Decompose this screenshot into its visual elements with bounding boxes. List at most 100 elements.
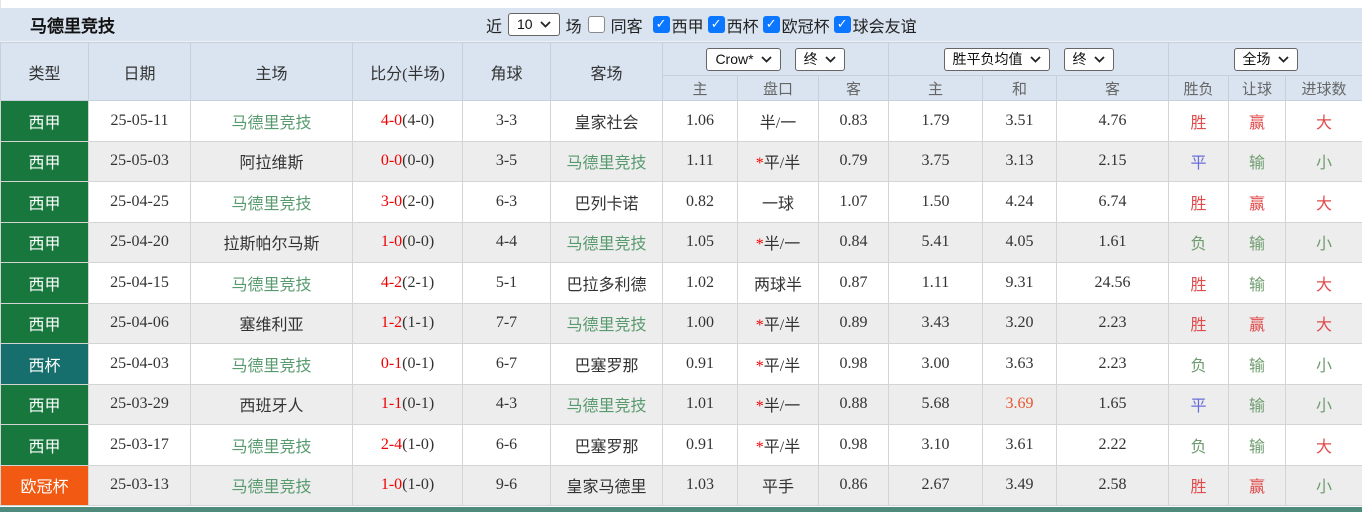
odds-away: 0.87 xyxy=(818,262,889,304)
handicap-line: 半/一 xyxy=(737,100,819,142)
corners: 7-7 xyxy=(462,302,551,344)
away-team[interactable]: 马德里竞技 xyxy=(550,221,663,263)
home-team[interactable]: 西班牙人 xyxy=(190,383,353,425)
avg-home-odds: 3.00 xyxy=(888,343,983,385)
away-team[interactable]: 马德里竞技 xyxy=(550,140,663,182)
odds-home: 1.02 xyxy=(662,262,738,304)
avg-draw-odds: 3.49 xyxy=(982,464,1057,506)
avg-draw-odds: 4.05 xyxy=(982,221,1057,263)
corners: 6-6 xyxy=(462,424,551,466)
table-row: 西甲 25-04-15 马德里竞技 4-2(2-1) 5-1 巴拉多利德 1.0… xyxy=(0,262,1362,304)
scope-select[interactable]: 全场 xyxy=(1233,47,1298,71)
handicap-text: 半/一 xyxy=(763,398,801,416)
away-team[interactable]: 巴列卡诺 xyxy=(550,181,663,223)
avg-type-select[interactable]: 胜平负均值 xyxy=(943,47,1050,71)
away-team[interactable]: 巴塞罗那 xyxy=(550,343,663,385)
filter-checkbox[interactable]: ✓ xyxy=(762,16,780,33)
avg-away-odds: 2.22 xyxy=(1056,424,1169,466)
home-team[interactable]: 阿拉维斯 xyxy=(190,140,353,182)
filter-checkbox[interactable]: ✓ xyxy=(652,16,670,33)
match-date: 25-03-17 xyxy=(88,424,191,466)
corners: 6-3 xyxy=(462,181,551,223)
col-header-date: 日期 xyxy=(88,42,191,101)
home-team[interactable]: 马德里竞技 xyxy=(190,100,353,142)
away-team[interactable]: 马德里竞技 xyxy=(550,302,663,344)
league-badge: 西甲 xyxy=(0,100,89,142)
handicap-line: 两球半 xyxy=(737,262,819,304)
same-opponent-checkbox[interactable] xyxy=(587,16,605,33)
goals-result: 小 xyxy=(1284,221,1362,263)
filter-checkbox[interactable]: ✓ xyxy=(707,16,725,33)
away-team[interactable]: 巴拉多利德 xyxy=(550,262,663,304)
match-result: 平 xyxy=(1168,383,1229,425)
avg-draw-odds: 9.31 xyxy=(982,262,1057,304)
score: 0-1(0-1) xyxy=(352,343,463,385)
home-team[interactable]: 马德里竞技 xyxy=(190,262,353,304)
odds-stage-select[interactable]: 终 xyxy=(794,47,845,71)
match-result: 胜 xyxy=(1168,464,1229,506)
handicap-text: 平手 xyxy=(761,479,794,497)
sub-header-avg-home: 主 xyxy=(888,75,983,101)
avg-away-odds: 1.61 xyxy=(1056,221,1169,263)
league-badge: 西甲 xyxy=(0,302,89,344)
avg-home-odds: 3.75 xyxy=(888,140,983,182)
halftime-score: (2-1) xyxy=(402,273,435,291)
home-team[interactable]: 马德里竞技 xyxy=(190,181,353,223)
away-team[interactable]: 皇家马德里 xyxy=(550,464,663,506)
home-team[interactable]: 马德里竞技 xyxy=(190,343,353,385)
avg-home-odds: 3.43 xyxy=(888,302,983,344)
handicap-star: * xyxy=(755,398,764,416)
score: 1-0(1-0) xyxy=(352,464,463,506)
filter-controls: 近 10 场 同客 ✓ 西甲 ✓ 西杯 ✓ 欧冠杯 ✓ 球会友谊 xyxy=(486,8,917,41)
avg-stage-select[interactable]: 终 xyxy=(1063,47,1114,71)
match-date: 25-04-06 xyxy=(88,302,191,344)
home-team[interactable]: 拉斯帕尔马斯 xyxy=(190,221,353,263)
away-team[interactable]: 皇家社会 xyxy=(550,100,663,142)
match-date: 25-05-11 xyxy=(88,100,191,142)
match-result: 胜 xyxy=(1168,181,1229,223)
home-team[interactable]: 马德里竞技 xyxy=(190,424,353,466)
odds-away: 0.83 xyxy=(818,100,889,142)
away-team[interactable]: 马德里竞技 xyxy=(550,383,663,425)
table-row: 欧冠杯 25-03-13 马德里竞技 1-0(1-0) 9-6 皇家马德里 1.… xyxy=(0,464,1362,506)
chevron-down-icon xyxy=(539,21,551,28)
away-team[interactable]: 巴塞罗那 xyxy=(550,424,663,466)
avg-home-odds: 1.79 xyxy=(888,100,983,142)
home-team[interactable]: 马德里竞技 xyxy=(190,464,353,506)
score: 1-0(0-0) xyxy=(352,221,463,263)
handicap-result: 赢 xyxy=(1228,100,1286,142)
handicap-line: *平/半 xyxy=(737,302,819,344)
odds-away: 0.98 xyxy=(818,343,889,385)
match-date: 25-04-25 xyxy=(88,181,191,223)
same-opponent-label: 同客 xyxy=(610,18,643,36)
goals-result: 小 xyxy=(1284,383,1362,425)
goals-result: 大 xyxy=(1284,181,1362,223)
home-team[interactable]: 塞维利亚 xyxy=(190,302,353,344)
handicap-text: 平/半 xyxy=(763,357,801,375)
handicap-text: 平/半 xyxy=(763,317,801,335)
handicap-star: * xyxy=(755,357,764,375)
score: 0-0(0-0) xyxy=(352,140,463,182)
bookmaker-select[interactable]: Crow* xyxy=(706,47,781,71)
corners: 5-1 xyxy=(462,262,551,304)
halftime-score: (1-0) xyxy=(402,476,435,494)
handicap-star: * xyxy=(755,155,764,173)
table-row: 西甲 25-03-17 马德里竞技 2-4(1-0) 6-6 巴塞罗那 0.91… xyxy=(0,424,1362,466)
handicap-line: 一球 xyxy=(737,181,819,223)
team-title: 马德里竞技 xyxy=(30,17,115,36)
odds-away: 0.84 xyxy=(818,221,889,263)
sub-header-handicap: 盘口 xyxy=(737,75,819,101)
sub-header-result: 胜负 xyxy=(1168,75,1229,101)
odds-away: 0.86 xyxy=(818,464,889,506)
handicap-line: *平/半 xyxy=(737,343,819,385)
filter-item: ✓ 欧冠杯 xyxy=(762,13,830,37)
avg-home-odds: 5.68 xyxy=(888,383,983,425)
filter-label: 西甲 xyxy=(671,18,704,36)
match-rows: 西甲 25-05-11 马德里竞技 4-0(4-0) 3-3 皇家社会 1.06… xyxy=(0,100,1362,506)
table-row: 西杯 25-04-03 马德里竞技 0-1(0-1) 6-7 巴塞罗那 0.91… xyxy=(0,343,1362,385)
league-badge: 西杯 xyxy=(0,343,89,385)
filter-label: 西杯 xyxy=(726,18,759,36)
recent-count-select[interactable]: 10 xyxy=(508,13,560,36)
goals-result: 小 xyxy=(1284,464,1362,506)
filter-checkbox[interactable]: ✓ xyxy=(833,16,851,33)
